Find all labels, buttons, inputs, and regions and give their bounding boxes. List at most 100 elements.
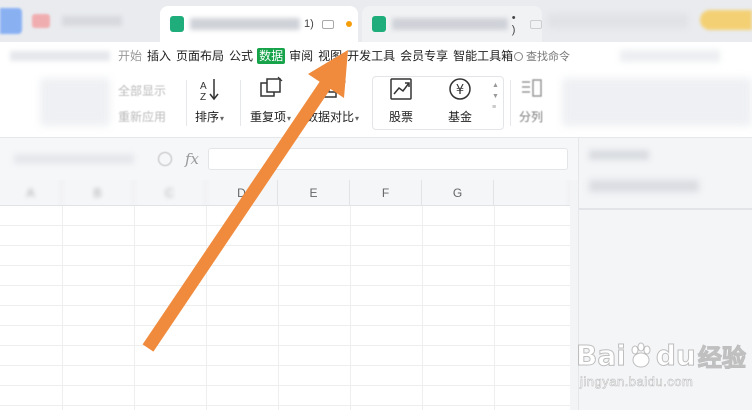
svg-text:Z: Z bbox=[200, 92, 206, 102]
reapply-button[interactable]: 重新应用 bbox=[118, 108, 166, 125]
show-all-button[interactable]: 全部显示 bbox=[118, 82, 166, 99]
data-compare-icon bbox=[320, 76, 346, 102]
command-search[interactable]: 查找命令 bbox=[514, 48, 570, 64]
watermark-brand-left: Bai bbox=[576, 339, 627, 373]
spreadsheet-file-icon bbox=[372, 16, 386, 32]
fund-button[interactable]: ¥ 基金 bbox=[447, 76, 473, 125]
menu-tab-formula[interactable]: 公式 bbox=[228, 48, 254, 64]
monitor-icon[interactable] bbox=[530, 19, 542, 29]
split-column-button[interactable]: 分列 bbox=[518, 76, 544, 125]
blurred-menu-right bbox=[620, 50, 720, 62]
grid-row bbox=[0, 266, 570, 286]
grid-row bbox=[0, 206, 570, 226]
menu-tab-insert[interactable]: 插入 bbox=[146, 48, 172, 64]
menu-tabs: 开始 插入 页面布局 公式 数据 审阅 视图 开发工具 会员专享 智能工具箱 bbox=[117, 48, 517, 64]
column-header[interactable]: A bbox=[0, 180, 62, 206]
watermark-brand-right: du bbox=[655, 339, 696, 373]
grid-row bbox=[0, 326, 570, 346]
grid-row bbox=[0, 346, 570, 366]
duplicate-items-label: 重复项 bbox=[250, 110, 287, 124]
blurred-filename bbox=[391, 18, 508, 30]
ribbon-separator bbox=[510, 80, 511, 126]
title-bar: 1) • ) bbox=[0, 0, 752, 42]
column-header[interactable]: C bbox=[134, 180, 206, 206]
menu-tab-data[interactable]: 数据 bbox=[257, 48, 286, 64]
menu-tab-page-layout[interactable]: 页面布局 bbox=[175, 48, 225, 64]
menu-tab-view[interactable]: 视图 bbox=[317, 48, 343, 64]
member-badge-button[interactable] bbox=[700, 10, 752, 30]
ribbon-separator bbox=[240, 80, 241, 126]
home-button[interactable] bbox=[0, 8, 22, 34]
blurred-quick-access bbox=[10, 51, 110, 61]
ribbon-separator bbox=[186, 80, 187, 126]
blurred-ribbon-group bbox=[562, 78, 752, 126]
column-header[interactable]: E bbox=[278, 180, 350, 206]
zoom-icon[interactable] bbox=[158, 152, 172, 166]
search-icon bbox=[514, 51, 523, 61]
chevron-down-icon[interactable]: ▼ bbox=[492, 93, 499, 100]
grid-row bbox=[0, 226, 570, 246]
blurred-titlebar-controls bbox=[548, 14, 688, 28]
column-header[interactable]: B bbox=[62, 180, 134, 206]
watermark-brand-cn: 经验 bbox=[697, 345, 746, 373]
blurred-tab-label bbox=[62, 16, 122, 26]
blurred-ribbon-group bbox=[40, 78, 110, 126]
grid-row bbox=[0, 246, 570, 266]
column-header[interactable]: G bbox=[422, 180, 494, 206]
text-split-icon bbox=[518, 76, 544, 102]
fx-icon[interactable]: fx bbox=[185, 150, 199, 168]
menu-tab-home[interactable]: 开始 bbox=[117, 48, 143, 64]
menu-bar: 开始 插入 页面布局 公式 数据 审阅 视图 开发工具 会员专享 智能工具箱 查… bbox=[0, 42, 752, 70]
menu-tab-review[interactable]: 审阅 bbox=[288, 48, 314, 64]
paw-logo-icon bbox=[631, 342, 651, 367]
expand-icon[interactable]: ≡ bbox=[492, 104, 499, 111]
tab-filename-suffix: 1) bbox=[304, 18, 314, 30]
document-tab-active[interactable]: 1) bbox=[160, 6, 358, 42]
sort-az-icon: AZ bbox=[197, 76, 223, 102]
monitor-icon[interactable] bbox=[321, 19, 334, 29]
column-header[interactable]: D bbox=[206, 180, 278, 206]
tab-filename-suffix: • ) bbox=[511, 12, 516, 36]
svg-text:A: A bbox=[200, 81, 207, 92]
document-tab-inactive[interactable]: • ) bbox=[362, 6, 542, 42]
baidu-jingyan-watermark: Bai du 经验 jingyan.baidu.com bbox=[576, 338, 747, 398]
command-search-label: 查找命令 bbox=[526, 51, 570, 63]
stock-trend-icon bbox=[388, 76, 414, 102]
stock-label: 股票 bbox=[388, 110, 413, 124]
sort-button[interactable]: AZ 排序▾ bbox=[195, 76, 224, 125]
data-compare-label: 数据对比 bbox=[306, 110, 355, 124]
duplicate-items-icon bbox=[258, 76, 284, 102]
svg-text:¥: ¥ bbox=[456, 83, 464, 98]
menu-tab-member[interactable]: 会员专享 bbox=[399, 48, 449, 64]
app-tab-icon[interactable] bbox=[32, 14, 50, 28]
blurred-filename bbox=[190, 18, 300, 30]
spreadsheet-grid[interactable]: A B C D E F G bbox=[0, 180, 570, 410]
menu-tab-developer[interactable]: 开发工具 bbox=[346, 48, 396, 64]
yen-circle-icon: ¥ bbox=[447, 76, 473, 102]
fund-label: 基金 bbox=[447, 110, 472, 124]
sort-label: 排序 bbox=[195, 110, 220, 124]
grid-row bbox=[0, 306, 570, 326]
chevron-up-icon[interactable]: ▲ bbox=[492, 82, 499, 89]
formula-input[interactable] bbox=[208, 148, 568, 170]
blurred-panel-item[interactable] bbox=[589, 180, 699, 192]
split-column-label: 分列 bbox=[518, 110, 543, 124]
ribbon-toolbar: 全部显示 重新应用 AZ 排序▾ 重复项▾ 数据对比▾ 股票 ¥ 基金 ▲ ▼ bbox=[0, 70, 752, 138]
grid-row bbox=[0, 366, 570, 386]
stock-button[interactable]: 股票 bbox=[388, 76, 414, 125]
unsaved-dot-icon bbox=[345, 21, 352, 27]
grid-row bbox=[0, 386, 570, 406]
grid-row bbox=[0, 286, 570, 306]
menu-tab-smart-tools[interactable]: 智能工具箱 bbox=[452, 48, 514, 64]
spreadsheet-file-icon bbox=[170, 16, 184, 32]
column-header-row: A B C D E F G bbox=[0, 180, 570, 206]
blurred-panel-title bbox=[589, 150, 649, 160]
data-compare-button[interactable]: 数据对比▾ bbox=[306, 76, 359, 125]
duplicate-items-button[interactable]: 重复项▾ bbox=[250, 76, 291, 125]
gallery-scroll[interactable]: ▲ ▼ ≡ bbox=[492, 82, 499, 111]
blurred-name-box[interactable] bbox=[14, 154, 134, 164]
watermark-url: jingyan.baidu.com bbox=[580, 374, 694, 390]
column-header[interactable]: F bbox=[350, 180, 422, 206]
panel-divider bbox=[579, 208, 752, 210]
column-header[interactable] bbox=[494, 180, 570, 206]
